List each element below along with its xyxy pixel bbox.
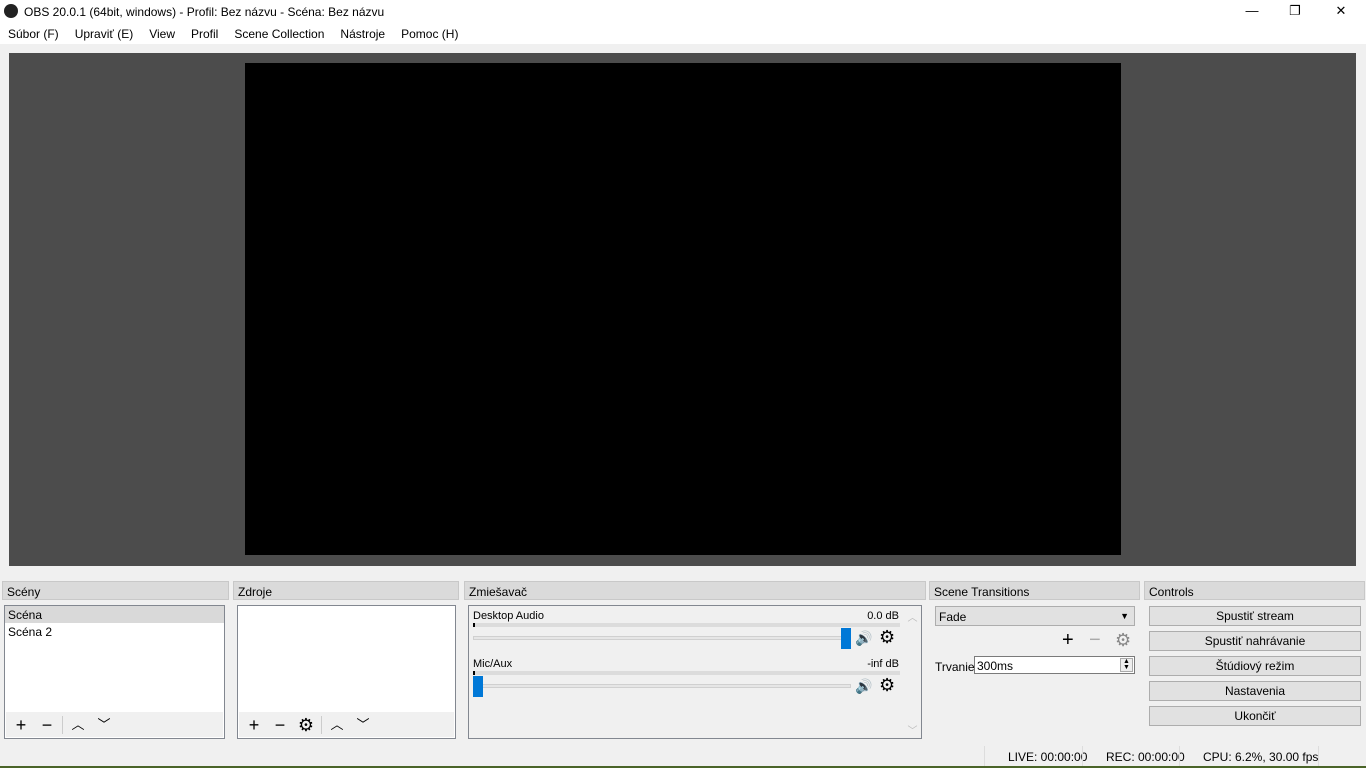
scroll-down-icon[interactable]: ﹀: [904, 722, 921, 737]
mute-speaker-icon[interactable]: 🔊: [855, 678, 872, 695]
sources-dock-title: Zdroje: [233, 581, 459, 600]
add-transition-icon[interactable]: +: [1062, 629, 1074, 652]
menu-tools[interactable]: Nástroje: [332, 22, 393, 44]
move-up-icon[interactable]: ︿: [326, 715, 348, 735]
volume-slider[interactable]: [473, 636, 848, 640]
window-title: OBS 20.0.1 (64bit, windows) - Profil: Be…: [24, 5, 385, 19]
transition-selected: Fade: [939, 610, 967, 624]
channel-gear-icon[interactable]: ⚙: [879, 675, 895, 696]
maximize-button[interactable]: ❐: [1272, 0, 1318, 22]
channel-gear-icon[interactable]: ⚙: [879, 627, 895, 648]
duration-value: 300ms: [977, 659, 1014, 673]
menu-help[interactable]: Pomoc (H): [393, 22, 466, 44]
scroll-up-icon[interactable]: ︿: [904, 609, 921, 624]
channel-name: Desktop Audio: [473, 610, 544, 622]
volume-meter: [473, 671, 900, 675]
duration-spinner[interactable]: ▲ ▼: [1120, 658, 1133, 672]
transitions-dock-title: Scene Transitions: [929, 581, 1140, 600]
volume-meter: [473, 623, 900, 627]
add-scene-icon[interactable]: +: [10, 715, 32, 735]
cpu-status: CPU: 6.2%, 30.00 fps: [1203, 750, 1319, 764]
volume-slider-handle[interactable]: [473, 676, 483, 697]
preview-area[interactable]: [9, 53, 1356, 566]
start-recording-button[interactable]: Spustiť nahrávanie: [1149, 631, 1361, 651]
menu-scene-collection[interactable]: Scene Collection: [226, 22, 332, 44]
preview-canvas[interactable]: [245, 63, 1121, 555]
scene-item[interactable]: Scéna 2: [5, 623, 224, 640]
channel-db: 0.0 dB: [867, 610, 899, 622]
transition-select[interactable]: Fade ▼: [935, 606, 1135, 626]
title-bar: OBS 20.0.1 (64bit, windows) - Profil: Be…: [0, 0, 1366, 22]
exit-button[interactable]: Ukončiť: [1149, 706, 1361, 726]
channel-db: -inf dB: [867, 658, 899, 670]
start-stream-button[interactable]: Spustiť stream: [1149, 606, 1361, 626]
mute-speaker-icon[interactable]: 🔊: [855, 630, 872, 647]
volume-slider-handle[interactable]: [841, 628, 851, 649]
move-down-icon[interactable]: ﹀: [352, 715, 374, 735]
mixer-dock-title: Zmiešavač: [464, 581, 926, 600]
minimize-button[interactable]: —: [1229, 0, 1275, 22]
sources-list[interactable]: + − ⚙ ︿ ﹀: [237, 605, 456, 739]
duration-label: Trvanie: [935, 660, 975, 674]
divider: [1082, 746, 1083, 766]
scenes-list[interactable]: Scéna Scéna 2 + − ︿ ﹀: [4, 605, 225, 739]
dropdown-arrow-icon: ▼: [1120, 611, 1129, 621]
source-properties-gear-icon[interactable]: ⚙: [295, 715, 317, 735]
studio-mode-button[interactable]: Štúdiový režim: [1149, 656, 1361, 676]
divider: [1318, 746, 1319, 766]
menu-bar: Súbor (F) Upraviť (E) View Profil Scene …: [0, 22, 1366, 44]
scene-item[interactable]: Scéna: [5, 606, 224, 623]
transition-properties-gear-icon[interactable]: ⚙: [1115, 630, 1131, 651]
controls-dock-title: Controls: [1144, 581, 1365, 600]
remove-transition-icon[interactable]: −: [1089, 629, 1101, 652]
scenes-dock-title: Scény: [2, 581, 229, 600]
menu-edit[interactable]: Upraviť (E): [67, 22, 142, 44]
settings-button[interactable]: Nastavenia: [1149, 681, 1361, 701]
divider: [62, 715, 63, 734]
remove-scene-icon[interactable]: −: [36, 715, 58, 735]
move-up-icon[interactable]: ︿: [67, 715, 89, 735]
divider: [984, 746, 985, 766]
remove-source-icon[interactable]: −: [269, 715, 291, 735]
divider: [321, 715, 322, 734]
mixer-scrollbar[interactable]: ︿ ﹀: [904, 606, 921, 738]
volume-slider[interactable]: [473, 684, 851, 688]
menu-profile[interactable]: Profil: [183, 22, 226, 44]
obs-logo-icon: [4, 4, 18, 18]
mixer-panel: Desktop Audio 0.0 dB 🔊 ⚙ Mic/Aux -inf dB…: [468, 605, 922, 739]
divider: [1179, 746, 1180, 766]
channel-name: Mic/Aux: [473, 658, 513, 670]
close-button[interactable]: ✕: [1318, 0, 1364, 22]
move-down-icon[interactable]: ﹀: [93, 715, 115, 735]
duration-input[interactable]: 300ms ▲ ▼: [974, 656, 1135, 674]
live-status: LIVE: 00:00:00: [1008, 750, 1088, 764]
add-source-icon[interactable]: +: [243, 715, 265, 735]
rec-status: REC: 00:00:00: [1106, 750, 1185, 764]
menu-file[interactable]: Súbor (F): [0, 22, 67, 44]
menu-view[interactable]: View: [141, 22, 183, 44]
